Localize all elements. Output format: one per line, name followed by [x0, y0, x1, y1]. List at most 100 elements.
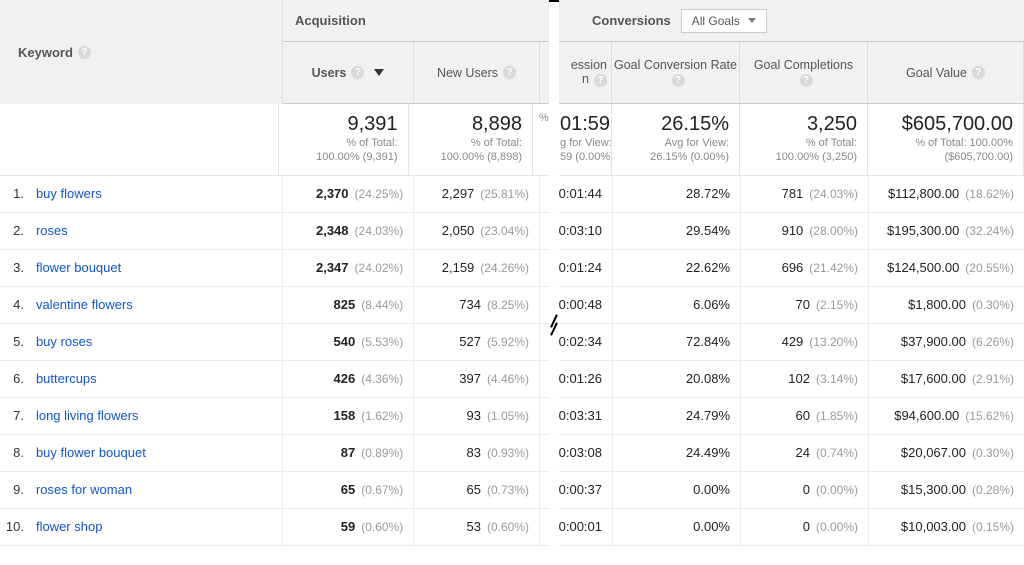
cell-fragment [539, 250, 550, 286]
cell-new-users: 2,159(24.26%) [413, 250, 539, 286]
cell-new-users: 734(8.25%) [413, 287, 539, 323]
table-row: 2.roses2,348(24.03%)2,050(23.04%) [0, 213, 550, 250]
column-header-goal-value[interactable]: Goal Value ? [868, 42, 1024, 103]
analytics-keyword-report: Keyword ? Acquisition Users ? New Users … [0, 0, 1024, 546]
cell-users: 540(5.53%) [282, 324, 413, 360]
cell-session: 00:03:10 [554, 213, 612, 249]
cell-users: 2,347(24.02%) [282, 250, 413, 286]
cell-fragment [539, 287, 550, 323]
cell-users: 87(0.89%) [282, 435, 413, 471]
cell-gv: $195,300.00(32.24%) [868, 213, 1024, 249]
cell-users: 59(0.60%) [282, 509, 413, 545]
cell-session: 00:01:24 [554, 250, 612, 286]
table-row: 00:01:4428.72%781(24.03%)$112,800.00(18.… [554, 176, 1024, 213]
table-row: 00:00:486.06%70(2.15%)$1,800.00(0.30%) [554, 287, 1024, 324]
help-icon[interactable]: ? [972, 66, 985, 79]
table-row: 7.long living flowers158(1.62%)93(1.05%) [0, 398, 550, 435]
summary-fragment: % [533, 104, 550, 175]
cell-new-users: 83(0.93%) [413, 435, 539, 471]
row-index: 3. [0, 260, 30, 275]
cell-gc: 0(0.00%) [740, 509, 868, 545]
cell-fragment [539, 435, 550, 471]
sort-desc-icon [374, 69, 384, 76]
right-pane: Conversions All Goals ession n? Goal Con… [552, 0, 1024, 546]
table-row: 9.roses for woman65(0.67%)65(0.73%) [0, 472, 550, 509]
help-icon[interactable]: ? [351, 66, 364, 79]
cell-gv: $112,800.00(18.62%) [868, 176, 1024, 212]
keyword-link[interactable]: long living flowers [30, 408, 283, 423]
table-row: <00:00:010.00%0(0.00%)$10,003.00(0.15%) [554, 509, 1024, 546]
column-group-acquisition: Acquisition [283, 0, 550, 41]
keyword-link[interactable]: buttercups [30, 371, 283, 386]
help-icon[interactable]: ? [672, 74, 685, 87]
cell-gcr: 28.72% [612, 176, 740, 212]
cell-fragment [539, 361, 550, 397]
column-header-fragment [540, 42, 550, 103]
cell-gcr: 0.00% [612, 509, 740, 545]
table-row: 00:01:2620.08%102(3.14%)$17,600.00(2.91%… [554, 361, 1024, 398]
cell-session: 00:02:34 [554, 324, 612, 360]
cell-gc: 0(0.00%) [740, 472, 868, 508]
cell-new-users: 527(5.92%) [413, 324, 539, 360]
table-row: 8.buy flower bouquet87(0.89%)83(0.93%) [0, 435, 550, 472]
cell-gv: $10,003.00(0.15%) [868, 509, 1024, 545]
summary-new-users: 8,898 % of Total: 100.00% (8,898) [409, 104, 533, 175]
cell-session: 00:00:37 [554, 472, 612, 508]
cell-gcr: 29.54% [612, 213, 740, 249]
cell-session: 00:00:48 [554, 287, 612, 323]
table-row: 00:03:3124.79%60(1.85%)$94,600.00(15.62%… [554, 398, 1024, 435]
left-pane: Keyword ? Acquisition Users ? New Users … [0, 0, 552, 546]
cell-gcr: 6.06% [612, 287, 740, 323]
row-index: 4. [0, 297, 30, 312]
row-index: 1. [0, 186, 30, 201]
column-header-goal-conversion-rate[interactable]: Goal Conversion Rate ? [612, 42, 740, 103]
summary-users: 9,391 % of Total: 100.00% (9,391) [279, 104, 408, 175]
row-index: 9. [0, 482, 30, 497]
table-row: 00:01:2422.62%696(21.42%)$124,500.00(20.… [554, 250, 1024, 287]
cell-gcr: 0.00% [612, 472, 740, 508]
cell-session: 00:01:44 [554, 176, 612, 212]
header-group-row: Keyword ? Acquisition [0, 0, 550, 42]
table-row: 00:03:0824.49%24(0.74%)$20,067.00(0.30%) [554, 435, 1024, 472]
help-icon[interactable]: ? [503, 66, 516, 79]
column-header-goal-completions[interactable]: Goal Completions ? [740, 42, 868, 103]
cell-fragment [539, 324, 550, 360]
keyword-link[interactable]: buy flower bouquet [30, 445, 283, 460]
cell-gc: 910(28.00%) [740, 213, 868, 249]
summary-row-left: 9,391 % of Total: 100.00% (9,391) 8,898 … [0, 104, 550, 176]
column-header-session-fragment[interactable]: ession n? [554, 42, 612, 103]
help-icon[interactable]: ? [594, 74, 607, 87]
summary-gv: $605,700.00 % of Total: 100.00% ($605,70… [868, 104, 1024, 175]
keyword-link[interactable]: flower bouquet [30, 260, 283, 275]
keyword-link[interactable]: buy roses [30, 334, 283, 349]
keyword-link[interactable]: valentine flowers [30, 297, 283, 312]
row-index: 5. [0, 334, 30, 349]
summary-gcr: 26.15% Avg for View: 26.15% (0.00%) [612, 104, 740, 175]
keyword-link[interactable]: roses for woman [30, 482, 283, 497]
cell-gcr: 24.49% [612, 435, 740, 471]
cell-users: 825(8.44%) [282, 287, 413, 323]
help-icon[interactable]: ? [800, 74, 813, 87]
table-row: 10.flower shop59(0.60%)53(0.60%) [0, 509, 550, 546]
keyword-link[interactable]: buy flowers [30, 186, 283, 201]
table-row: 1.buy flowers2,370(24.25%)2,297(25.81%) [0, 176, 550, 213]
goal-selector[interactable]: All Goals [681, 9, 767, 33]
cell-fragment [539, 398, 550, 434]
row-index: 8. [0, 445, 30, 460]
cell-fragment [539, 176, 550, 212]
column-header-users[interactable]: Users ? [283, 42, 414, 103]
cell-gc: 24(0.74%) [740, 435, 868, 471]
column-header-keyword[interactable]: Keyword ? [0, 0, 283, 104]
cell-gc: 696(21.42%) [740, 250, 868, 286]
row-index: 10. [0, 519, 30, 534]
summary-session-fragment: 01:59 g for View: 59 (0.00%) [554, 104, 612, 175]
column-header-new-users[interactable]: New Users ? [414, 42, 540, 103]
cell-gv: $20,067.00(0.30%) [868, 435, 1024, 471]
keyword-link[interactable]: flower shop [30, 519, 283, 534]
cell-gv: $94,600.00(15.62%) [868, 398, 1024, 434]
table-row: 00:00:370.00%0(0.00%)$15,300.00(0.28%) [554, 472, 1024, 509]
column-headers-right: ession n? Goal Conversion Rate ? Goal Co… [554, 42, 1024, 104]
keyword-link[interactable]: roses [30, 223, 283, 238]
help-icon[interactable]: ? [78, 46, 91, 59]
table-row: 4.valentine flowers825(8.44%)734(8.25%) [0, 287, 550, 324]
